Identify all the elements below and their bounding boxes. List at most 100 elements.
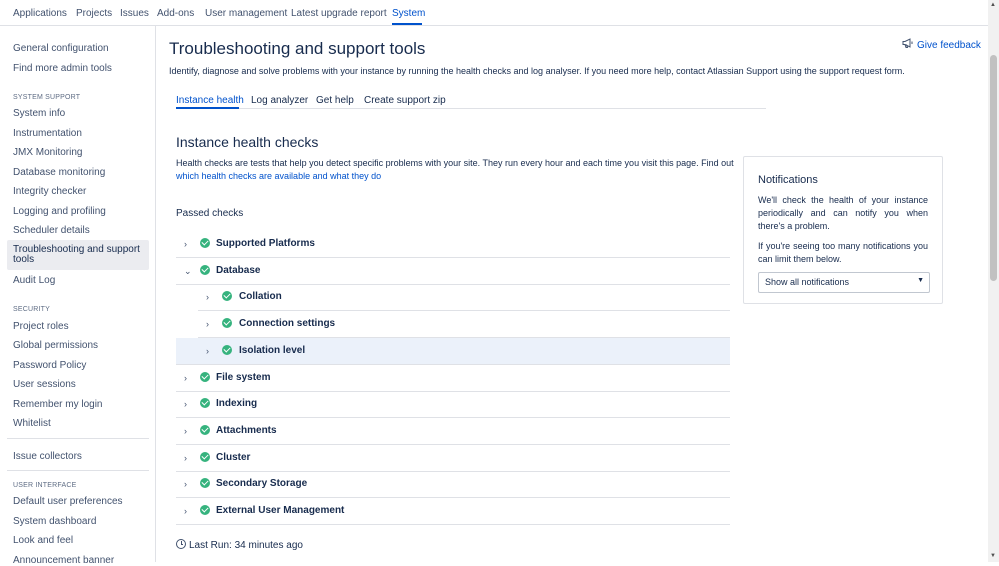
health-desc-text: Health checks are tests that help you de… bbox=[176, 158, 734, 168]
chevron-right-icon[interactable]: › bbox=[184, 453, 187, 463]
sidebar-item-global-permissions[interactable]: Global permissions bbox=[13, 340, 143, 351]
health-check-row[interactable]: › Supported Platforms bbox=[176, 231, 730, 258]
chevron-right-icon[interactable]: › bbox=[184, 506, 187, 516]
sidebar-item-look-and-feel[interactable]: Look and feel bbox=[13, 535, 143, 546]
check-circle-icon bbox=[200, 264, 210, 275]
health-check-label: Cluster bbox=[216, 451, 251, 463]
health-check-label: Secondary Storage bbox=[216, 478, 308, 490]
health-check-label: File system bbox=[216, 371, 271, 383]
health-check-row[interactable]: › Cluster bbox=[176, 445, 730, 472]
sidebar-item-database-monitoring[interactable]: Database monitoring bbox=[13, 167, 143, 178]
sidebar-item-integrity-checker[interactable]: Integrity checker bbox=[13, 186, 143, 197]
health-check-label: External User Management bbox=[216, 505, 345, 516]
health-check-row[interactable]: ⌄ Database bbox=[176, 258, 730, 285]
sidebar-item-issue-collectors[interactable]: Issue collectors bbox=[13, 451, 143, 462]
sidebar-item-instrumentation[interactable]: Instrumentation bbox=[13, 128, 143, 139]
sidebar-item-audit-log[interactable]: Audit Log bbox=[13, 275, 143, 286]
notifications-limit-info: If you're seeing too many notifications … bbox=[758, 241, 928, 264]
notifications-title: Notifications bbox=[758, 174, 818, 186]
health-check-row[interactable]: › Secondary Storage bbox=[176, 471, 730, 499]
page-title: Troubleshooting and support tools bbox=[169, 39, 426, 58]
check-circle-icon bbox=[200, 505, 210, 515]
sidebar-item-project-roles[interactable]: Project roles bbox=[13, 321, 143, 332]
notification-level-select[interactable]: Show all notifications ▼ bbox=[758, 272, 930, 293]
sidebar-item-jmx-monitoring[interactable]: JMX Monitoring bbox=[13, 147, 143, 158]
top-navigation: Applications Projects Issues Add-ons Use… bbox=[0, 0, 988, 26]
health-check-row[interactable]: › Attachments bbox=[176, 418, 730, 445]
scroll-down-icon[interactable]: ▼ bbox=[990, 553, 996, 559]
sidebar-section-system-support: SYSTEM SUPPORT bbox=[13, 94, 81, 101]
nav-tab-user-management[interactable]: User management bbox=[205, 8, 287, 19]
chevron-right-icon[interactable]: › bbox=[184, 373, 187, 383]
chevron-right-icon[interactable]: › bbox=[206, 346, 209, 356]
sidebar-item-default-user-preferences[interactable]: Default user preferences bbox=[13, 496, 143, 507]
page-description: Identify, diagnose and solve problems wi… bbox=[169, 66, 905, 76]
chevron-right-icon[interactable]: › bbox=[206, 319, 209, 329]
scrollbar-thumb[interactable] bbox=[990, 55, 997, 281]
check-circle-icon bbox=[222, 318, 232, 329]
sidebar-item-password-policy[interactable]: Password Policy bbox=[13, 360, 143, 371]
check-circle-icon bbox=[200, 451, 210, 462]
nav-tab-issues[interactable]: Issues bbox=[120, 8, 149, 19]
sidebar-item-system-dashboard[interactable]: System dashboard bbox=[13, 516, 143, 527]
health-check-row[interactable]: › Collation bbox=[198, 284, 730, 312]
chevron-right-icon[interactable]: › bbox=[184, 239, 187, 249]
sidebar-item-scheduler-details[interactable]: Scheduler details bbox=[13, 225, 143, 236]
nav-tab-projects[interactable]: Projects bbox=[76, 8, 112, 19]
health-check-row[interactable]: › Connection settings bbox=[198, 311, 730, 339]
check-circle-icon bbox=[200, 398, 210, 409]
give-feedback-link[interactable]: Give feedback bbox=[902, 38, 981, 51]
clock-icon bbox=[176, 539, 186, 549]
sidebar-item-find-more-admin-tools[interactable]: Find more admin tools bbox=[13, 63, 143, 74]
check-circle-icon bbox=[200, 424, 210, 435]
sidebar-section-security: SECURITY bbox=[13, 306, 50, 313]
last-run-label: Last Run: 34 minutes ago bbox=[189, 540, 303, 551]
health-checks-info-link[interactable]: which health checks are available and wh… bbox=[176, 171, 381, 181]
check-circle-icon bbox=[222, 291, 232, 302]
health-check-description: Health checks are tests that help you de… bbox=[176, 157, 736, 183]
nav-tab-addons[interactable]: Add-ons bbox=[157, 8, 194, 19]
health-check-label: Supported Platforms bbox=[216, 238, 315, 249]
nav-tab-latest-upgrade-report[interactable]: Latest upgrade report bbox=[291, 8, 387, 19]
sidebar-item-general-configuration[interactable]: General configuration bbox=[13, 43, 143, 54]
page-scrollbar[interactable]: ▲ ▼ bbox=[988, 0, 999, 562]
nav-tab-applications[interactable]: Applications bbox=[13, 8, 67, 19]
notifications-panel: Notifications We'll check the health of … bbox=[743, 156, 943, 304]
sidebar-item-announcement-banner[interactable]: Announcement banner bbox=[13, 555, 143, 566]
tabs-divider bbox=[176, 108, 766, 109]
health-check-row[interactable]: › External User Management bbox=[176, 498, 730, 525]
chevron-right-icon[interactable]: › bbox=[184, 399, 187, 409]
health-check-row[interactable]: › Isolation level bbox=[176, 337, 730, 365]
health-check-label: Connection settings bbox=[239, 318, 336, 330]
check-circle-icon bbox=[222, 344, 232, 355]
health-check-label: Database bbox=[216, 264, 261, 276]
give-feedback-label: Give feedback bbox=[917, 40, 981, 51]
sidebar-section-user-interface: USER INTERFACE bbox=[13, 482, 77, 489]
sidebar-item-logging-and-profiling[interactable]: Logging and profiling bbox=[13, 206, 143, 217]
last-run-status: Last Run: 34 minutes ago bbox=[176, 538, 303, 551]
health-check-label: Isolation level bbox=[239, 344, 306, 356]
nav-tab-system[interactable]: System bbox=[392, 8, 425, 19]
tab-get-help[interactable]: Get help bbox=[316, 95, 354, 106]
tab-log-analyzer[interactable]: Log analyzer bbox=[251, 95, 308, 106]
sidebar-item-user-sessions[interactable]: User sessions bbox=[13, 379, 143, 390]
sidebar-item-system-info[interactable]: System info bbox=[13, 108, 143, 119]
passed-checks-heading: Passed checks bbox=[176, 208, 244, 219]
health-check-row[interactable]: › File system bbox=[176, 365, 730, 392]
health-check-label: Collation bbox=[239, 291, 282, 303]
health-check-label: Indexing bbox=[216, 398, 258, 410]
sidebar-divider bbox=[7, 438, 149, 439]
sidebar-item-remember-my-login[interactable]: Remember my login bbox=[13, 399, 143, 410]
check-circle-icon bbox=[200, 478, 210, 489]
chevron-down-icon[interactable]: ⌄ bbox=[184, 266, 192, 277]
health-check-row[interactable]: › Indexing bbox=[176, 391, 730, 419]
chevron-right-icon[interactable]: › bbox=[184, 479, 187, 489]
sidebar-item-whitelist[interactable]: Whitelist bbox=[13, 418, 143, 429]
scroll-up-icon[interactable]: ▲ bbox=[990, 2, 996, 8]
chevron-right-icon[interactable]: › bbox=[206, 292, 209, 302]
sidebar-divider bbox=[7, 470, 149, 471]
sidebar-item-troubleshooting[interactable]: Troubleshooting and support tools bbox=[13, 245, 143, 265]
tab-create-support-zip[interactable]: Create support zip bbox=[364, 95, 446, 106]
tab-instance-health[interactable]: Instance health bbox=[176, 95, 244, 106]
chevron-right-icon[interactable]: › bbox=[184, 426, 187, 436]
